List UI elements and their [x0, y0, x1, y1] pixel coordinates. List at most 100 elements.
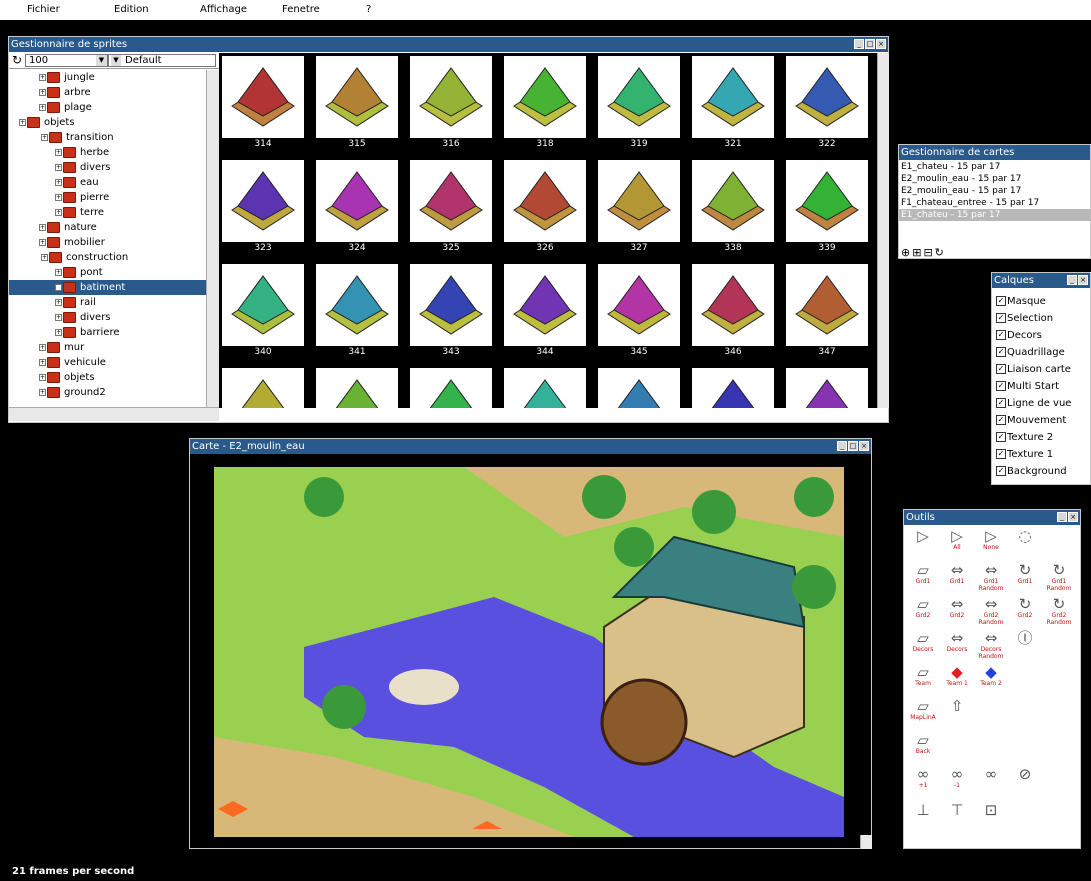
expand-icon[interactable]: + — [55, 178, 62, 186]
sprite-tile[interactable]: 345 — [596, 262, 682, 359]
maximize-button[interactable]: □ — [848, 441, 858, 451]
tool-button[interactable]: ▱ Decors — [908, 630, 938, 653]
expand-icon[interactable]: + — [39, 103, 46, 111]
tool-button[interactable]: ◆ Team 2 — [976, 664, 1006, 687]
layer-checkbox[interactable]: ✓ — [996, 466, 1006, 476]
minimize-button[interactable]: _ — [1057, 512, 1067, 522]
palette-select[interactable]: ▼ Default — [108, 54, 216, 67]
tool-button[interactable]: ⇔ Grd2 — [942, 596, 972, 619]
layer-item[interactable]: ✓ Liaison carte — [996, 361, 1071, 378]
sprite-tile[interactable]: 314 — [220, 54, 306, 151]
tree-item[interactable]: + plage — [9, 100, 206, 115]
expand-icon[interactable]: + — [39, 88, 46, 96]
tool-button[interactable]: ▱ Grd2 — [908, 596, 938, 619]
layer-item[interactable]: ✓ Selection — [996, 310, 1053, 327]
tool-button[interactable]: ▱ Back — [908, 732, 938, 755]
sprite-tile[interactable]: 319 — [596, 54, 682, 151]
tool-button[interactable]: ↻ Grd1 Random — [1044, 562, 1074, 592]
sprite-tile[interactable] — [784, 366, 870, 408]
sprite-tile[interactable]: 326 — [502, 158, 588, 255]
sprite-tile[interactable]: 340 — [220, 262, 306, 359]
minimize-button[interactable]: _ — [837, 441, 847, 451]
map-list-item[interactable]: E2_moulin_eau - 15 par 17 — [899, 185, 1091, 197]
layer-checkbox[interactable]: ✓ — [996, 432, 1006, 442]
tool-button[interactable]: Ⓘ — [1010, 630, 1040, 646]
tree-item[interactable]: + mur — [9, 340, 206, 355]
tool-button[interactable]: ▷ None — [976, 528, 1006, 551]
minimize-button[interactable]: _ — [854, 39, 864, 49]
sprite-tile[interactable]: 316 — [408, 54, 494, 151]
expand-icon[interactable]: + — [55, 328, 62, 336]
tree-item[interactable]: + arbre — [9, 85, 206, 100]
expand-icon[interactable]: + — [19, 118, 26, 126]
tool-button[interactable]: ⊤ — [942, 802, 972, 818]
tool-button[interactable]: ⇧ — [942, 698, 972, 714]
tool-button[interactable]: ◌ — [1010, 528, 1040, 544]
sprite-tile[interactable] — [220, 366, 306, 408]
layer-item[interactable]: ✓ Texture 2 — [996, 429, 1053, 446]
tool-button[interactable]: ⊡ — [976, 802, 1006, 818]
layer-checkbox[interactable]: ✓ — [996, 330, 1006, 340]
layer-checkbox[interactable]: ✓ — [996, 398, 1006, 408]
tree-item[interactable]: + divers — [9, 310, 206, 325]
sprite-tile[interactable]: 339 — [784, 158, 870, 255]
close-button[interactable]: × — [1078, 275, 1088, 285]
expand-icon[interactable]: + — [39, 343, 46, 351]
expand-icon[interactable]: + — [41, 133, 48, 141]
sprite-tile[interactable]: 315 — [314, 54, 400, 151]
expand-icon[interactable]: + — [55, 163, 62, 171]
sprite-tile[interactable]: 321 — [690, 54, 776, 151]
layer-checkbox[interactable]: ✓ — [996, 313, 1006, 323]
tool-button[interactable]: ⊥ — [908, 802, 938, 818]
expand-icon[interactable]: + — [55, 208, 62, 216]
delete-map-icon[interactable]: ⊟ — [923, 246, 934, 259]
sprite-tile[interactable]: 346 — [690, 262, 776, 359]
sprite-tile[interactable]: 341 — [314, 262, 400, 359]
expand-icon[interactable]: + — [55, 298, 62, 306]
tree-item[interactable]: + terre — [9, 205, 206, 220]
tool-button[interactable]: ∞ — [976, 766, 1006, 782]
tool-button[interactable]: ∞ -1 — [942, 766, 972, 789]
tool-button[interactable]: ↻ Grd1 — [1010, 562, 1040, 585]
layer-item[interactable]: ✓ Background — [996, 463, 1067, 480]
layer-checkbox[interactable]: ✓ — [996, 449, 1006, 459]
edit-map-icon[interactable]: ⊞ — [912, 246, 923, 259]
layer-item[interactable]: ✓ Decors — [996, 327, 1042, 344]
tool-button[interactable]: ▷ — [908, 528, 938, 544]
tree-item[interactable]: + barriere — [9, 325, 206, 340]
tool-button[interactable]: ⇔ Grd1 Random — [976, 562, 1006, 592]
refresh-icon[interactable]: ↻ — [12, 53, 22, 67]
maps-window-titlebar[interactable]: Gestionnaire de cartes — [899, 145, 1090, 160]
layer-item[interactable]: ✓ Ligne de vue — [996, 395, 1071, 412]
map-window-titlebar[interactable]: Carte - E2_moulin_eau _ □ × — [190, 439, 871, 454]
minimize-button[interactable]: _ — [1067, 275, 1077, 285]
layer-checkbox[interactable]: ✓ — [996, 381, 1006, 391]
menu-fichier[interactable]: Fichier — [27, 4, 60, 15]
sprite-tile[interactable]: 322 — [784, 54, 870, 151]
layer-item[interactable]: ✓ Multi Start — [996, 378, 1059, 395]
close-button[interactable]: × — [1068, 512, 1078, 522]
tree-item[interactable]: + construction — [9, 250, 206, 265]
tool-button[interactable]: ⇔ Grd2 Random — [976, 596, 1006, 626]
tree-item[interactable]: + eau — [9, 175, 206, 190]
map-resize-handle[interactable] — [860, 835, 872, 849]
sprite-tile[interactable]: 325 — [408, 158, 494, 255]
tool-button[interactable]: ∞ +1 — [908, 766, 938, 789]
sprite-tile[interactable] — [596, 366, 682, 408]
expand-icon[interactable]: + — [55, 313, 62, 321]
map-list-item[interactable]: E1_chateu - 15 par 17 — [899, 161, 1091, 173]
tree-item[interactable]: + rail — [9, 295, 206, 310]
tools-window-titlebar[interactable]: Outils _ × — [904, 510, 1080, 525]
map-list-item[interactable]: E2_moulin_eau - 15 par 17 — [899, 173, 1091, 185]
tree-item[interactable]: + mobilier — [9, 235, 206, 250]
layer-item[interactable]: ✓ Quadrillage — [996, 344, 1065, 361]
expand-icon[interactable]: + — [39, 373, 46, 381]
sprite-tile[interactable]: 323 — [220, 158, 306, 255]
map-canvas[interactable] — [214, 467, 844, 837]
tree-item[interactable]: + vehicule — [9, 355, 206, 370]
map-list-item[interactable]: E1_chateu - 15 par 17 — [899, 209, 1091, 221]
close-button[interactable]: × — [859, 441, 869, 451]
expand-icon[interactable]: + — [55, 193, 62, 201]
sprites-window-titlebar[interactable]: Gestionnaire de sprites _ □ × — [9, 37, 888, 52]
tree-item[interactable]: + objets — [9, 115, 206, 130]
